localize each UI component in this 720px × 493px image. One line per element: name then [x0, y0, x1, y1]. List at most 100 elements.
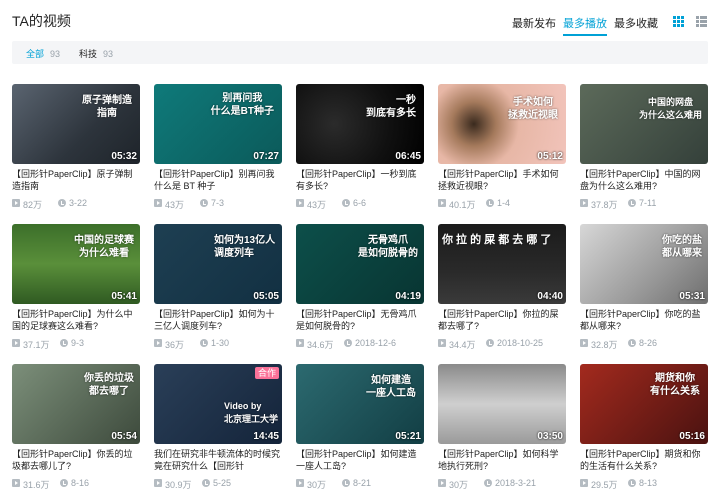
video-thumbnail[interactable]: 中国的足球赛 为什么难看 05:41	[12, 224, 140, 304]
play-count-icon	[12, 199, 20, 207]
video-duration: 05:12	[537, 151, 563, 162]
thumbnail-caption: 中国的足球赛 为什么难看	[74, 235, 134, 259]
publish-date: 2018-12-6	[355, 338, 397, 348]
video-meta: 31.6万 8-16	[12, 478, 140, 490]
publish-date: 1-30	[211, 338, 230, 348]
video-thumbnail[interactable]: 无骨鸡爪 是如何脱骨的 04:19	[296, 224, 424, 304]
clock-icon	[628, 339, 636, 347]
video-title[interactable]: 【回形针PaperClip】如何为十三亿人调度列车?	[154, 308, 282, 332]
play-count: 37.1万	[23, 340, 50, 350]
video-meta: 43万 6-6	[296, 198, 424, 210]
play-count-icon	[154, 199, 162, 207]
video-title[interactable]: 【回形针PaperClip】别再问我什么是 BT 种子	[154, 168, 282, 192]
video-title[interactable]: 【回形针PaperClip】一秒到底有多长?	[296, 168, 424, 192]
video-meta: 82万 3-22	[12, 198, 140, 210]
play-count-icon	[296, 479, 304, 487]
clock-icon	[342, 199, 350, 207]
page-title: TA的视频	[12, 13, 71, 29]
video-meta: 40.1万 1-4	[438, 198, 566, 210]
play-count-icon	[296, 339, 304, 347]
video-duration: 05:41	[111, 291, 137, 302]
video-title[interactable]: 【回形针PaperClip】如何建造一座人工岛?	[296, 448, 424, 472]
publish-date: 8-26	[639, 338, 658, 348]
video-thumbnail[interactable]: 你吃的盐 都从哪来 05:31	[580, 224, 708, 304]
publish-date: 8-13	[639, 478, 658, 488]
play-count: 82万	[23, 200, 43, 210]
video-title[interactable]: 【回形针PaperClip】手术如何拯救近视眼?	[438, 168, 566, 192]
video-thumbnail[interactable]: 你丢的垃圾 都去哪了 05:54	[12, 364, 140, 444]
play-count: 31.6万	[23, 480, 50, 490]
video-thumbnail[interactable]: 手术如何 拯救近视眼 05:12	[438, 84, 566, 164]
list-view-icon[interactable]	[696, 16, 707, 27]
clock-icon	[486, 199, 494, 207]
video-meta: 30万 2018-3-21	[438, 478, 566, 490]
video-thumbnail[interactable]: 中国的网盘 为什么这么难用	[580, 84, 708, 164]
video-meta: 37.8万 7-11	[580, 198, 708, 210]
play-count: 37.8万	[591, 200, 618, 210]
thumbnail-caption: 手术如何 拯救近视眼	[508, 97, 558, 121]
filter-tag-all[interactable]: 全部 93	[26, 47, 60, 60]
category-filter-bar: 全部 93 科技 93	[12, 41, 708, 64]
play-count: 34.4万	[449, 340, 476, 350]
video-meta: 43万 7-3	[154, 198, 282, 210]
play-count-icon	[580, 199, 588, 207]
video-title[interactable]: 【回形针PaperClip】你拉的屎都去哪了?	[438, 308, 566, 332]
video-thumbnail[interactable]: 期货和你 有什么关系 05:16	[580, 364, 708, 444]
video-title[interactable]: 【回形针PaperClip】你丢的垃圾都去哪儿了?	[12, 448, 140, 472]
video-title[interactable]: 【回形针PaperClip】期货和你的生活有什么关系?	[580, 448, 708, 472]
video-thumbnail[interactable]: 原子弹制造 指南 05:32	[12, 84, 140, 164]
video-title[interactable]: 我们在研究非牛顿流体的时候究竟在研究什么【回形针PaperClip】	[154, 448, 282, 472]
video-duration: 07:27	[253, 151, 279, 162]
video-title[interactable]: 【回形针PaperClip】为什么中国的足球赛这么难看?	[12, 308, 140, 332]
clock-icon	[60, 479, 68, 487]
video-thumbnail[interactable]: Video by 北京理工大学 合作 14:45	[154, 364, 282, 444]
video-title[interactable]: 【回形针PaperClip】原子弹制造指南	[12, 168, 140, 192]
play-count-icon	[154, 479, 162, 487]
thumbnail-caption: 如何为13亿人 调度列车	[214, 235, 276, 259]
sort-latest[interactable]: 最新发布	[512, 15, 556, 31]
video-title[interactable]: 【回形针PaperClip】如何科学地执行死刑?	[438, 448, 566, 472]
video-meta: 36万 1-30	[154, 338, 282, 350]
play-count-icon	[154, 339, 162, 347]
video-thumbnail[interactable]: 你 拉 的 屎 都 去 哪 了 04:40	[438, 224, 566, 304]
publish-date: 9-3	[71, 338, 85, 348]
play-count-icon	[438, 479, 446, 487]
video-meta: 34.4万 2018-10-25	[438, 338, 566, 350]
publish-date: 2018-3-21	[495, 478, 537, 488]
grid-view-icon[interactable]	[673, 16, 684, 27]
cooperation-badge: 合作	[254, 367, 279, 379]
video-duration: 06:45	[395, 151, 421, 162]
filter-tag-tech[interactable]: 科技 93	[79, 47, 113, 60]
video-thumbnail[interactable]: 如何建造 一座人工岛 05:21	[296, 364, 424, 444]
sort-most-played[interactable]: 最多播放	[563, 15, 607, 36]
video-title[interactable]: 【回形针PaperClip】无骨鸡爪是如何脱骨的?	[296, 308, 424, 332]
clock-icon	[58, 199, 66, 207]
thumbnail-caption: 原子弹制造 指南	[82, 95, 132, 119]
play-count-icon	[12, 339, 20, 347]
video-title[interactable]: 【回形针PaperClip】你吃的盐都从哪来?	[580, 308, 708, 332]
thumbnail-caption: 一秒 到底有多长	[366, 95, 416, 119]
play-count-icon	[12, 479, 20, 487]
clock-icon	[60, 339, 68, 347]
sort-most-favorited[interactable]: 最多收藏	[614, 15, 658, 31]
play-count: 34.6万	[307, 340, 334, 350]
video-duration: 05:54	[111, 431, 137, 442]
video-duration: 05:32	[111, 151, 137, 162]
play-count-icon	[580, 479, 588, 487]
thumbnail-caption: 无骨鸡爪 是如何脱骨的	[358, 235, 418, 259]
thumbnail-caption: 别再问我 什么是BT种子	[210, 93, 274, 117]
clock-icon	[344, 339, 352, 347]
play-count-icon	[438, 339, 446, 347]
video-meta: 29.5万 8-13	[580, 478, 708, 490]
thumbnail-caption: 如何建造 一座人工岛	[366, 375, 416, 399]
video-duration: 04:40	[537, 291, 563, 302]
play-count-icon	[580, 339, 588, 347]
video-thumbnail[interactable]: 别再问我 什么是BT种子 07:27	[154, 84, 282, 164]
thumbnail-caption: Video by 北京理工大学	[223, 401, 278, 424]
video-meta: 32.8万 8-26	[580, 338, 708, 350]
video-meta: 30.9万 5-25	[154, 478, 282, 490]
video-thumbnail[interactable]: 03:50	[438, 364, 566, 444]
video-thumbnail[interactable]: 一秒 到底有多长 06:45	[296, 84, 424, 164]
video-thumbnail[interactable]: 如何为13亿人 调度列车 05:05	[154, 224, 282, 304]
video-title[interactable]: 【回形针PaperClip】中国的网盘为什么这么难用?	[580, 168, 708, 192]
